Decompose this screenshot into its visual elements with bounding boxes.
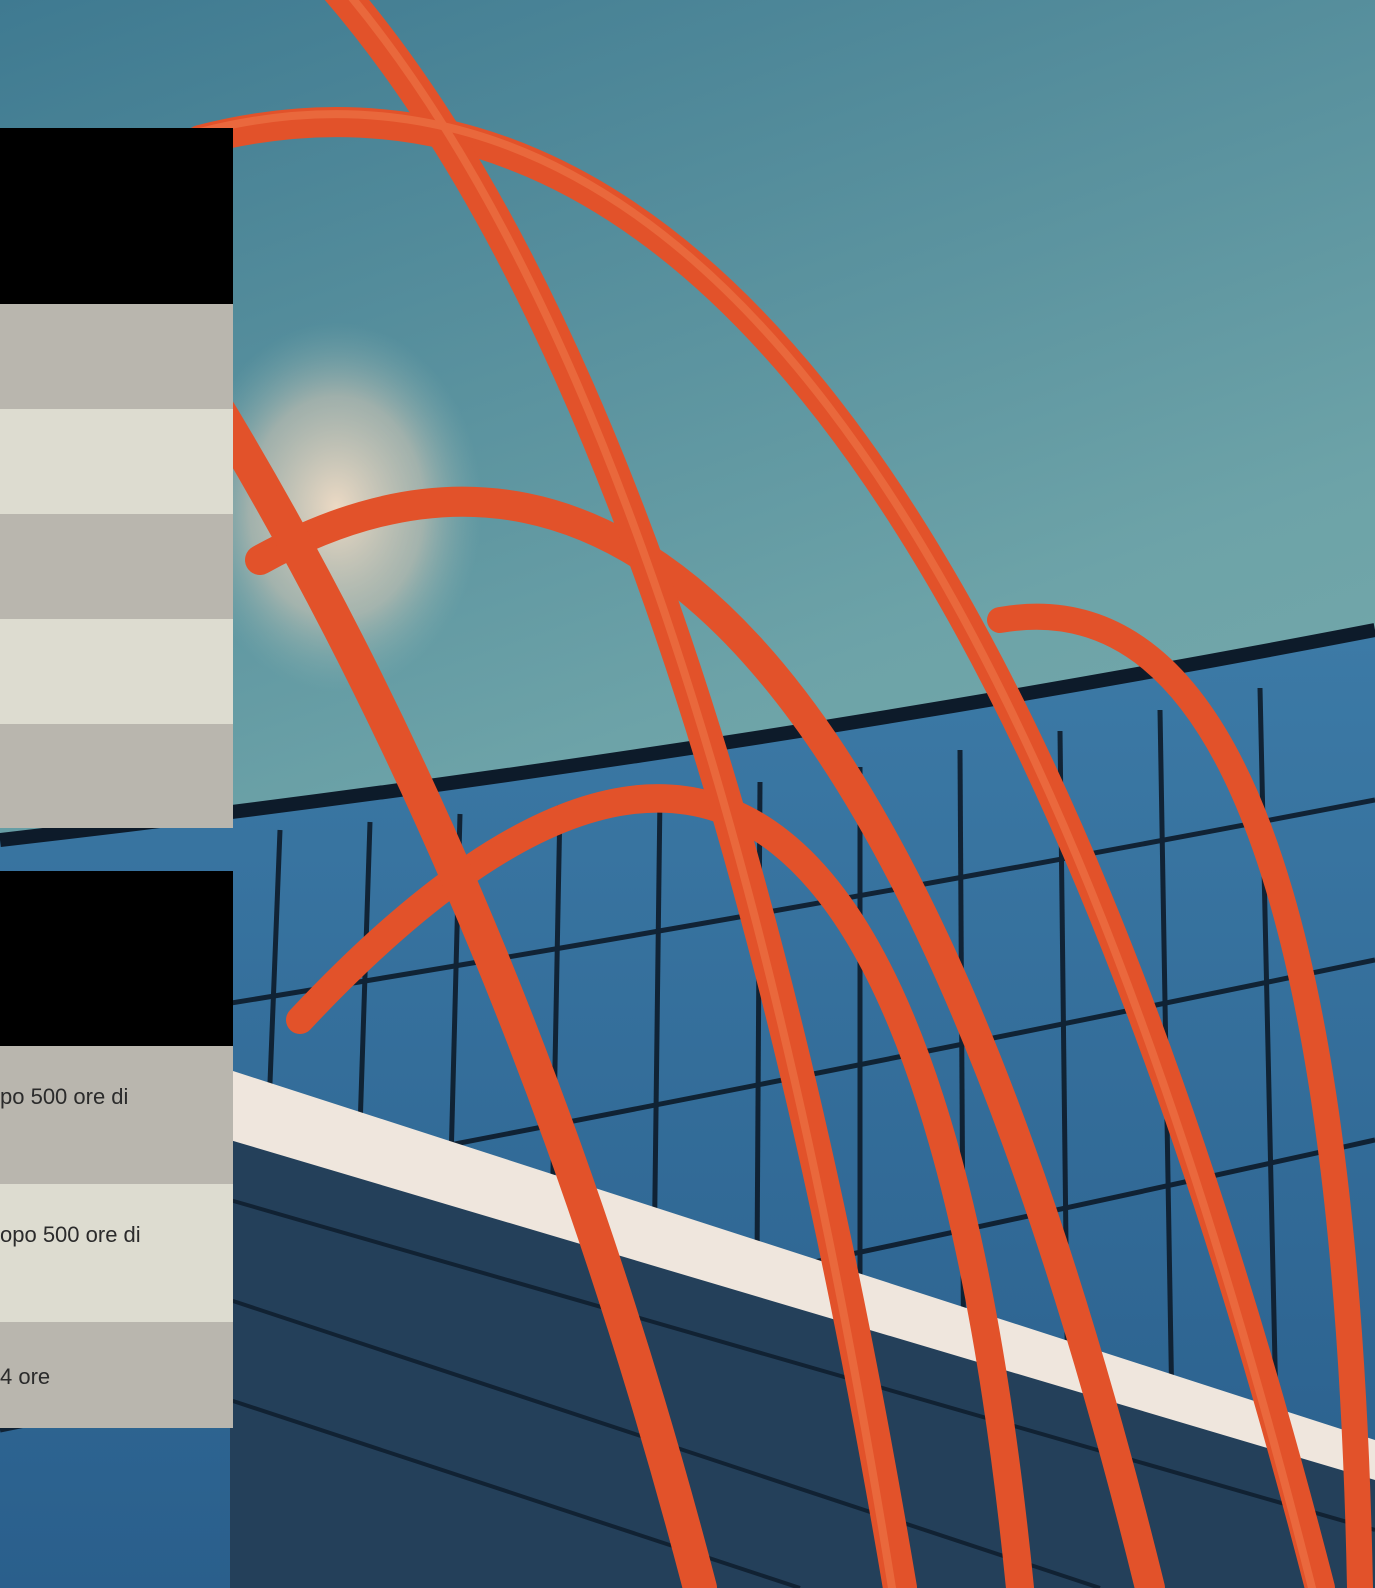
- spec-table-1: [0, 128, 233, 828]
- row-text: 4 ore: [0, 1364, 51, 1389]
- table-row: [0, 514, 233, 619]
- row-text: po 500 ore di: [0, 1084, 129, 1109]
- table-row: 4 ore: [0, 1322, 233, 1428]
- table-header: [0, 871, 233, 1046]
- table-row: [0, 619, 233, 724]
- table-row: opo 500 ore di: [0, 1184, 233, 1322]
- spec-table-2: po 500 ore di opo 500 ore di 4 ore: [0, 871, 233, 1428]
- table-row: [0, 409, 233, 514]
- table-row: [0, 724, 233, 828]
- table-row: [0, 304, 233, 409]
- table-header: [0, 128, 233, 304]
- row-text: opo 500 ore di: [0, 1222, 141, 1247]
- brochure-page: po 500 ore di opo 500 ore di 4 ore: [0, 0, 1375, 1588]
- table-row: po 500 ore di: [0, 1046, 233, 1184]
